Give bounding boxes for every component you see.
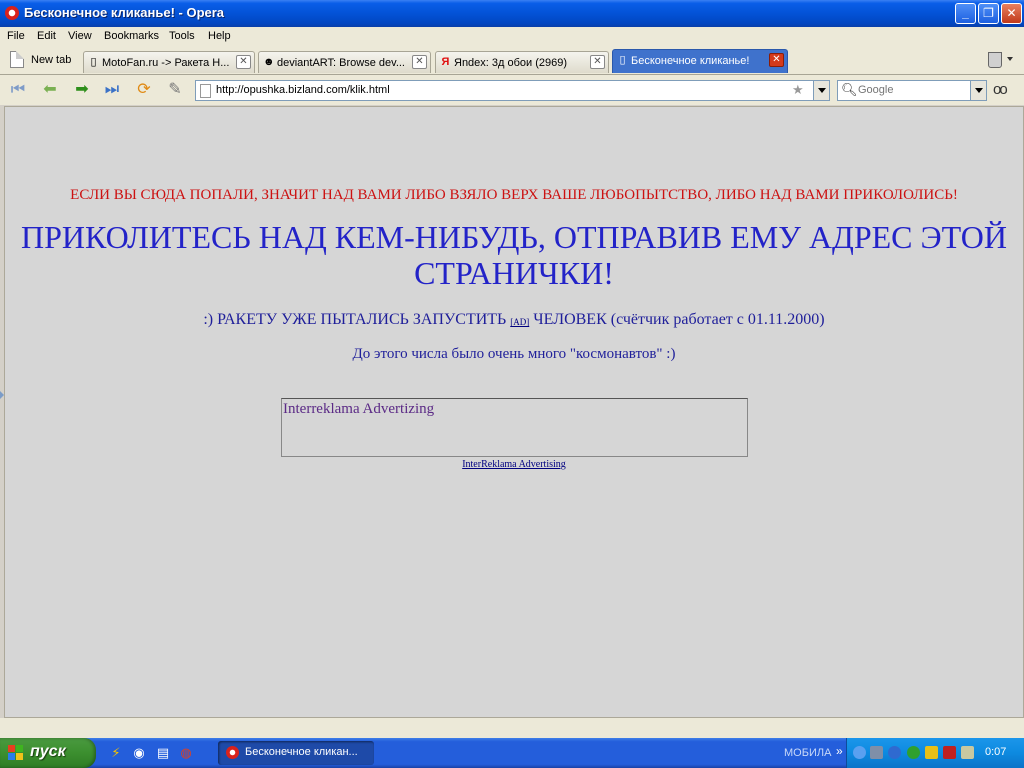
- task-label: Бесконечное кликан...: [245, 746, 358, 758]
- counter-link[interactable]: [AD]: [510, 317, 529, 327]
- page-icon: ▯: [619, 54, 626, 66]
- trash-icon[interactable]: [988, 52, 1002, 68]
- tray-network-icon[interactable]: [870, 746, 883, 759]
- forward-icon[interactable]: ➡: [70, 79, 94, 101]
- quicklaunch-opera-icon[interactable]: ◍: [178, 745, 194, 761]
- tab-close-icon[interactable]: ✕: [590, 55, 605, 69]
- glasses-icon[interactable]: oo: [993, 81, 1008, 98]
- page-icon: [200, 84, 211, 98]
- tray-help-icon[interactable]: [888, 746, 901, 759]
- tab-label: Бесконечное кликанье!: [631, 55, 750, 67]
- menu-edit[interactable]: Edit: [37, 30, 56, 42]
- maximize-button[interactable]: ❐: [978, 3, 999, 24]
- rewind-icon[interactable]: ⏮: [6, 79, 30, 101]
- menu-bar: File Edit View Bookmarks Tools Help: [0, 27, 1024, 46]
- tab-label: deviantART: Browse dev...: [277, 57, 405, 69]
- quicklaunch-winamp-icon[interactable]: ⚡: [108, 745, 124, 761]
- status-bar: [0, 718, 1024, 738]
- tray-card-icon[interactable]: [961, 746, 974, 759]
- minimize-button[interactable]: _: [955, 3, 976, 24]
- tab-bar: New tab ▯ MotoFan.ru -> Ракета Н... ✕ ☻ …: [0, 46, 1024, 75]
- search-input[interactable]: [858, 82, 970, 98]
- search-icon: 🔍︎: [841, 82, 858, 97]
- menu-help[interactable]: Help: [208, 30, 231, 42]
- bookmark-star-icon[interactable]: ★: [792, 82, 804, 98]
- tab-motofan[interactable]: ▯ MotoFan.ru -> Ракета Н... ✕: [83, 51, 255, 73]
- opera-icon: [226, 746, 239, 759]
- tray-expand-icon[interactable]: »: [836, 744, 843, 758]
- window-title: Бесконечное кликанье! - Opera: [24, 5, 225, 20]
- clock: 0:07: [985, 746, 1007, 758]
- quicklaunch-desktop-icon[interactable]: ▤: [155, 745, 171, 761]
- tray-app-icon[interactable]: [943, 746, 956, 759]
- ad-banner[interactable]: Interreklama Advertizing: [281, 398, 748, 457]
- tab-yandex[interactable]: Я Яndex: 3д обои (2969) ✕: [435, 51, 609, 73]
- taskbar: пуск ⚡ ◉ ▤ ◍ Бесконечное кликан... МОБИЛ…: [0, 738, 1024, 768]
- tray-lightning-icon[interactable]: [925, 746, 938, 759]
- back-icon[interactable]: ⬅: [38, 79, 62, 101]
- tab-deviantart[interactable]: ☻ deviantART: Browse dev... ✕: [258, 51, 431, 73]
- tab-close-icon[interactable]: ✕: [412, 55, 427, 69]
- system-tray: 0:07: [846, 738, 1024, 768]
- tray-icq-icon[interactable]: [907, 746, 920, 759]
- tab-label: MotoFan.ru -> Ракета Н...: [102, 57, 230, 69]
- quicklaunch-explorer-icon[interactable]: ◉: [131, 745, 147, 761]
- opera-icon: [5, 6, 19, 20]
- page-icon: ▯: [90, 56, 97, 68]
- close-button[interactable]: ✕: [1001, 3, 1022, 24]
- new-page-icon: [10, 51, 24, 68]
- counter-line: :) РАКЕТУ УЖЕ ПЫТАЛИСЬ ЗАПУСТИТЬ [AD] ЧЕ…: [5, 311, 1023, 329]
- tray-toolbar-label[interactable]: МОБИЛА: [784, 747, 831, 759]
- menu-view[interactable]: View: [68, 30, 92, 42]
- tray-back-icon[interactable]: [853, 746, 866, 759]
- address-bar[interactable]: ★: [195, 80, 830, 101]
- taskbar-opera-window[interactable]: Бесконечное кликан...: [218, 741, 374, 765]
- start-button[interactable]: пуск: [0, 738, 96, 768]
- tab-close-icon[interactable]: ✕: [769, 53, 784, 67]
- ad-banner-text: Interreklama Advertizing: [283, 401, 435, 417]
- headline: ПРИКОЛИТЕСЬ НАД КЕМ-НИБУДЬ, ОТПРАВИВ ЕМУ…: [21, 219, 1007, 291]
- counter-suffix: ЧЕЛОВЕК (счётчик работает с 01.11.2000): [533, 311, 825, 328]
- window-title-bar[interactable]: Бесконечное кликанье! - Opera _ ❐ ✕: [0, 0, 1024, 27]
- tab-klik-active[interactable]: ▯ Бесконечное кликанье! ✕: [612, 49, 788, 73]
- search-box[interactable]: 🔍︎: [837, 80, 987, 101]
- edit-pen-icon[interactable]: ✎: [163, 79, 187, 101]
- warning-line: ЕСЛИ ВЫ СЮДА ПОПАЛИ, ЗНАЧИТ НАД ВАМИ ЛИБ…: [70, 187, 958, 203]
- new-tab-label: New tab: [31, 54, 72, 66]
- counter-prefix: :) РАКЕТУ УЖЕ ПЫТАЛИСЬ ЗАПУСТИТЬ: [203, 311, 507, 328]
- search-engine-dropdown-icon[interactable]: [970, 81, 986, 100]
- windows-logo-icon: [8, 745, 24, 761]
- chevron-down-icon[interactable]: [1007, 57, 1013, 61]
- address-dropdown-icon[interactable]: [813, 81, 829, 100]
- menu-file[interactable]: File: [7, 30, 25, 42]
- page-content: ЕСЛИ ВЫ СЮДА ПОПАЛИ, ЗНАЧИТ НАД ВАМИ ЛИБ…: [4, 106, 1024, 718]
- navigation-bar: ⏮ ⬅ ➡ ⏭ ⟳ ✎ ★ 🔍︎ oo: [0, 75, 1024, 105]
- new-tab-button[interactable]: New tab: [6, 49, 78, 71]
- cosmonauts-line: До этого числа было очень много "космона…: [352, 346, 676, 362]
- menu-bookmarks[interactable]: Bookmarks: [104, 30, 159, 42]
- deviantart-icon: ☻: [263, 56, 275, 68]
- fast-forward-icon[interactable]: ⏭: [100, 79, 124, 101]
- menu-tools[interactable]: Tools: [169, 30, 195, 42]
- start-label: пуск: [30, 743, 66, 760]
- reload-icon[interactable]: ⟳: [132, 79, 156, 101]
- tab-close-icon[interactable]: ✕: [236, 55, 251, 69]
- panel-toggle-icon[interactable]: [0, 391, 4, 399]
- interreklama-link[interactable]: InterReklama Advertising: [5, 459, 1023, 470]
- url-input[interactable]: [216, 82, 786, 98]
- tab-label: Яndex: 3д обои (2969): [454, 57, 568, 69]
- yandex-icon: Я: [441, 56, 450, 68]
